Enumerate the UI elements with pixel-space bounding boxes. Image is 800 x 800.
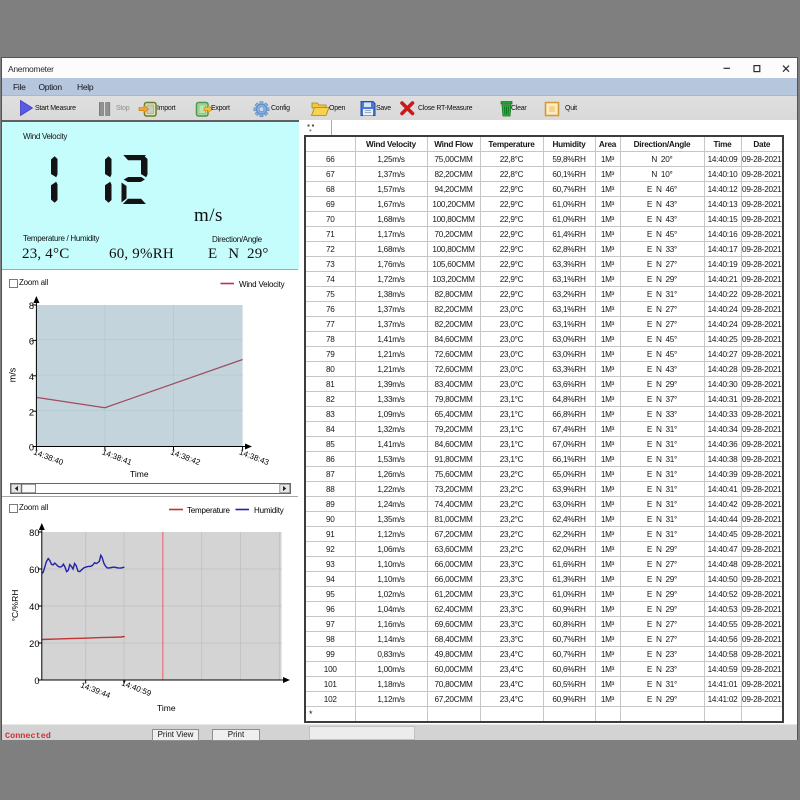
svg-text:14:38:43: 14:38:43 xyxy=(238,447,271,467)
svg-text:°C/%RH: °C/%RH xyxy=(10,590,20,622)
svg-text:0: 0 xyxy=(34,676,39,686)
svg-text:14:38:40: 14:38:40 xyxy=(32,447,65,467)
svg-text:60: 60 xyxy=(29,565,39,575)
svg-text:Time: Time xyxy=(130,469,149,479)
svg-text:14:39:44: 14:39:44 xyxy=(79,680,112,700)
svg-text:8: 8 xyxy=(29,301,34,311)
svg-text:14:38:41: 14:38:41 xyxy=(101,447,134,467)
svg-text:80: 80 xyxy=(29,528,39,538)
svg-text:2: 2 xyxy=(29,407,34,417)
svg-text:Humidity: Humidity xyxy=(254,506,284,515)
svg-text:40: 40 xyxy=(29,602,39,612)
svg-text:Wind Velocity: Wind Velocity xyxy=(239,280,285,289)
svg-text:m/s: m/s xyxy=(8,367,18,382)
svg-text:14:40:59: 14:40:59 xyxy=(120,678,153,698)
svg-text:Time: Time xyxy=(157,703,176,713)
svg-text:20: 20 xyxy=(29,639,39,649)
svg-text:Temperature: Temperature xyxy=(187,506,230,515)
svg-text:6: 6 xyxy=(29,337,34,347)
svg-text:4: 4 xyxy=(29,372,34,382)
svg-text:14:38:42: 14:38:42 xyxy=(169,447,202,467)
